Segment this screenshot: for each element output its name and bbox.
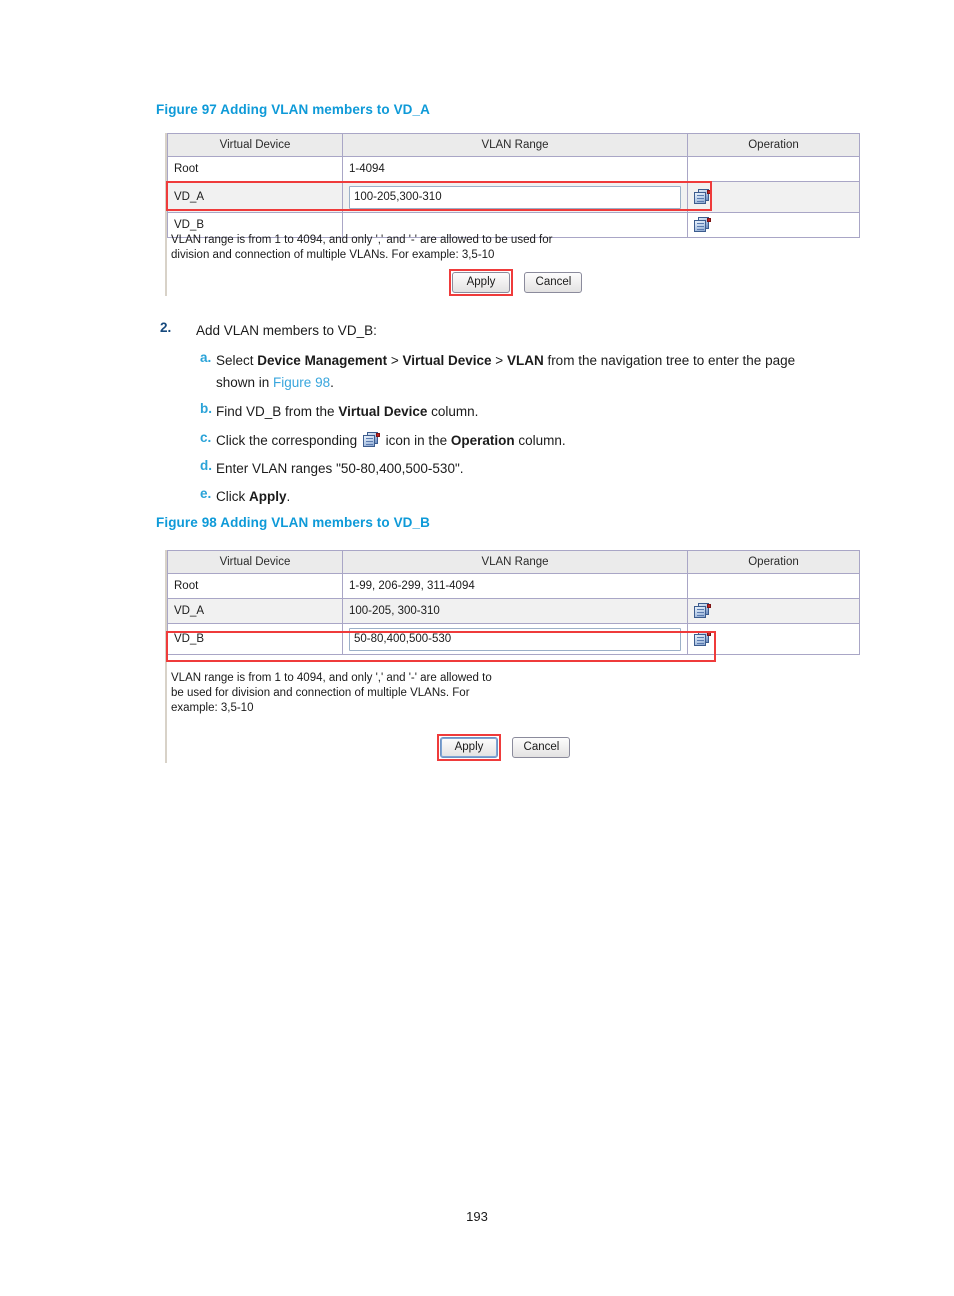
vlan-range-hint: VLAN range is from 1 to 4094, and only '… (171, 234, 553, 261)
apply-button-highlight: Apply (437, 734, 501, 761)
column-header-virtual-device: Virtual Device (167, 550, 343, 574)
bold-device-management: Device Management (257, 353, 388, 368)
bold-virtual-device-col: Virtual Device (338, 404, 428, 419)
substep-b-pre: Find VD_B from the (216, 404, 339, 419)
substep-text-d: Enter VLAN ranges "50-80,400,500-530". (216, 461, 464, 476)
substep-text-b: Find VD_B from the Virtual Device column… (216, 401, 876, 423)
step-title-2: Add VLAN members to VD_B: (196, 323, 377, 338)
column-header-operation: Operation (687, 133, 860, 157)
bold-virtual-device: Virtual Device (402, 353, 492, 368)
cell-operation (687, 212, 860, 238)
figure-97-screenshot: Virtual Device VLAN Range Operation Root… (165, 133, 860, 296)
cell-virtual-device: Root (167, 573, 343, 599)
bold-vlan: VLAN (506, 353, 544, 368)
substep-e-pre: Click (216, 489, 249, 504)
cell-operation (687, 181, 860, 213)
table-row: VD_B (167, 623, 860, 655)
cell-vlan-range (342, 623, 688, 655)
substep-e-post: . (286, 489, 291, 504)
edit-vlan-icon[interactable] (694, 189, 711, 205)
edit-vlan-icon[interactable] (694, 631, 711, 647)
substep-text-e: Click Apply. (216, 486, 876, 508)
edit-vlan-icon (362, 432, 380, 448)
substep-marker-d: d. (200, 458, 212, 473)
substep-marker-b: b. (200, 401, 212, 416)
vlan-range-input[interactable] (349, 627, 681, 651)
substep-b-post: column. (427, 404, 479, 419)
substep-text-c: Click the corresponding icon in the Oper… (216, 430, 876, 452)
table-row: VD_A (167, 181, 860, 213)
table-row: Root 1-4094 (167, 156, 860, 182)
cell-virtual-device: VD_A (167, 598, 343, 624)
edit-vlan-icon[interactable] (694, 217, 711, 233)
table-header-row: Virtual Device VLAN Range Operation (167, 550, 860, 574)
table-header-row: Virtual Device VLAN Range Operation (167, 133, 860, 157)
cell-vlan-range: 100-205, 300-310 (342, 598, 688, 624)
column-header-operation: Operation (687, 550, 860, 574)
sep-2: > (491, 353, 507, 368)
bold-apply: Apply (249, 489, 287, 504)
apply-button[interactable]: Apply (440, 737, 498, 758)
edit-vlan-icon[interactable] (694, 603, 711, 619)
cell-vlan-range: 1-99, 206-299, 311-4094 (342, 573, 688, 599)
figure-98-caption: Figure 98 Adding VLAN members to VD_B (156, 515, 430, 530)
form-button-bar: Apply Cancel (449, 269, 589, 296)
cancel-button[interactable]: Cancel (512, 737, 571, 758)
vlan-range-hint: VLAN range is from 1 to 4094, and only '… (171, 672, 492, 714)
cancel-button[interactable]: Cancel (524, 272, 583, 293)
apply-button[interactable]: Apply (452, 272, 510, 293)
apply-button-highlight: Apply (449, 269, 513, 296)
substep-text-a: Select Device Management > Virtual Devic… (216, 350, 876, 394)
cell-virtual-device: VD_B (167, 623, 343, 655)
cell-virtual-device: Root (167, 156, 343, 182)
substep-c-mid: icon in the (381, 433, 451, 448)
substep-marker-a: a. (200, 350, 212, 365)
substep-c-post: column. (514, 433, 566, 448)
vlan-range-input[interactable] (349, 185, 681, 209)
figure-98-screenshot: Virtual Device VLAN Range Operation Root… (165, 550, 860, 763)
cell-operation (687, 598, 860, 624)
cell-operation (687, 156, 860, 182)
substep-marker-e: e. (200, 486, 212, 501)
substep-marker-c: c. (200, 430, 212, 445)
figure-98-link[interactable]: Figure 98 (273, 375, 330, 390)
substep-a-post: from the navigation tree to enter the pa… (543, 353, 796, 368)
vlan-table-fig97: Virtual Device VLAN Range Operation Root… (167, 133, 860, 238)
sep-1: > (387, 353, 403, 368)
cell-operation (687, 623, 860, 655)
cell-vlan-range: 1-4094 (342, 156, 688, 182)
table-row: VD_A 100-205, 300-310 (167, 598, 860, 624)
column-header-vlan-range: VLAN Range (342, 550, 688, 574)
vlan-table-fig98: Virtual Device VLAN Range Operation Root… (167, 550, 860, 655)
substep-a-line2-post: . (330, 375, 334, 390)
column-header-virtual-device: Virtual Device (167, 133, 343, 157)
cancel-button-wrap: Cancel (521, 269, 585, 296)
figure-97-caption: Figure 97 Adding VLAN members to VD_A (156, 102, 430, 117)
cell-virtual-device: VD_A (167, 181, 343, 213)
substep-c-pre: Click the corresponding (216, 433, 361, 448)
table-row: Root 1-99, 206-299, 311-4094 (167, 573, 860, 599)
substep-a-line2-pre: shown in (216, 375, 274, 390)
cell-vlan-range (342, 181, 688, 213)
cell-operation (687, 573, 860, 599)
page-number: 193 (466, 1209, 488, 1224)
form-button-bar: Apply Cancel (437, 734, 577, 761)
column-header-vlan-range: VLAN Range (342, 133, 688, 157)
bold-operation-col: Operation (450, 433, 515, 448)
step-marker-2: 2. (160, 320, 172, 335)
cancel-button-wrap: Cancel (509, 734, 573, 761)
substep-a-pre: Select (216, 353, 258, 368)
